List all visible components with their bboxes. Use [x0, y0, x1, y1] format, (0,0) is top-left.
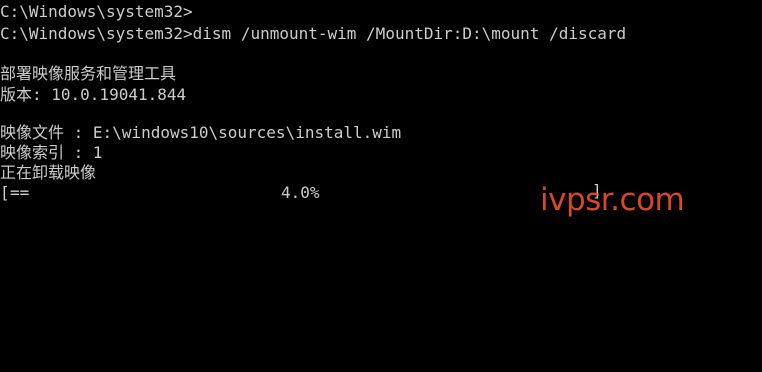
- image-file-line: 映像文件 : E:\windows10\sources\install.wim: [0, 123, 402, 142]
- prompt-line: C:\Windows\system32>: [0, 2, 193, 21]
- watermark-logo: ivpsr.com: [540, 182, 685, 218]
- command-line: C:\Windows\system32>dism /unmount-wim /M…: [0, 24, 627, 43]
- status-line: 正在卸载映像: [0, 163, 97, 182]
- progress-percent: 4.0%: [281, 183, 320, 202]
- progress-open-bracket: [: [0, 183, 10, 202]
- image-index-line: 映像索引 : 1: [0, 143, 103, 162]
- progress-indicator: [ == 4.0% ]: [0, 181, 762, 353]
- tool-title-line: 部署映像服务和管理工具: [0, 64, 177, 83]
- version-line: 版本: 10.0.19041.844: [0, 85, 187, 104]
- progress-bar: ==: [10, 183, 30, 202]
